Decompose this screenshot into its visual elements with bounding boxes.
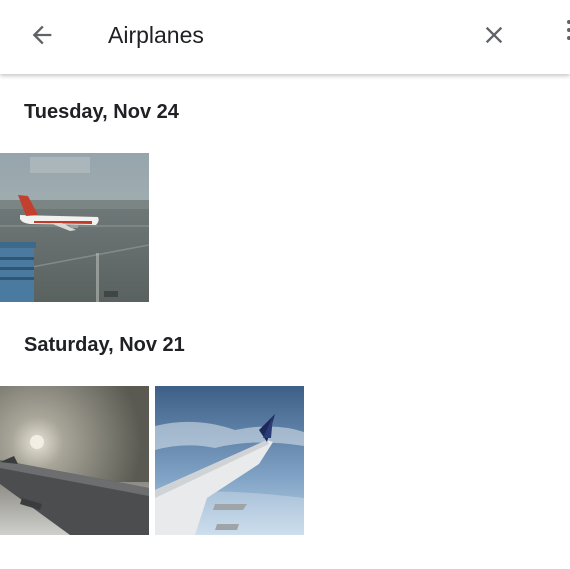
date-header-partial: . xyxy=(24,561,30,569)
search-query-text[interactable]: Airplanes xyxy=(108,19,204,51)
back-button[interactable] xyxy=(20,13,64,57)
more-options-button[interactable] xyxy=(559,16,570,56)
close-icon xyxy=(485,26,503,44)
arrow-left-icon xyxy=(32,25,52,45)
photo-wing-clouds[interactable] xyxy=(0,386,149,535)
photo-wing-blue-sky[interactable] xyxy=(155,386,304,535)
date-header-saturday: Saturday, Nov 21 xyxy=(24,334,185,356)
search-app-bar: Airplanes xyxy=(0,0,570,74)
photos-search-screen: Airplanes Tuesday, Nov 24 Saturday, Nov … xyxy=(0,0,570,569)
photo-airplane-runway[interactable] xyxy=(0,153,149,302)
clear-search-button[interactable] xyxy=(472,13,516,57)
date-header-tuesday: Tuesday, Nov 24 xyxy=(24,101,179,123)
